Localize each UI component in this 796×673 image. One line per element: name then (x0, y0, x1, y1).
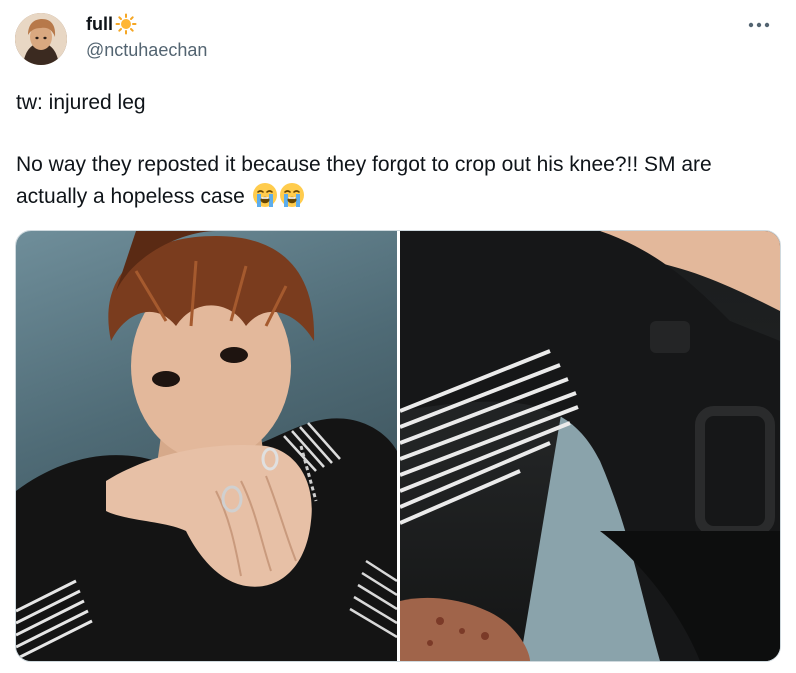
avatar[interactable] (15, 13, 67, 65)
photo-portrait[interactable] (16, 231, 397, 661)
author-handle[interactable]: @nctuhaechan (86, 40, 207, 61)
photo-knee-crop[interactable] (400, 231, 780, 661)
tweet-text: tw: injured leg No way they reposted it … (16, 87, 776, 213)
display-name-row[interactable]: full (86, 12, 207, 36)
tweet-card: full @nctuhaechan tw: injured leg No way… (0, 0, 796, 673)
sun-icon (115, 13, 137, 35)
author-block: full @nctuhaechan (86, 12, 207, 61)
loudly-crying-face-icon (279, 182, 305, 208)
tweet-line-1: tw: injured leg (16, 91, 146, 114)
tweet-line-2-text: No way they reposted it because they for… (16, 153, 712, 208)
loudly-crying-face-icon (252, 182, 278, 208)
tweet-line-2: No way they reposted it because they for… (16, 149, 776, 213)
display-name[interactable]: full (86, 14, 113, 35)
more-horizontal-icon[interactable] (746, 14, 772, 36)
media-grid (15, 230, 781, 662)
